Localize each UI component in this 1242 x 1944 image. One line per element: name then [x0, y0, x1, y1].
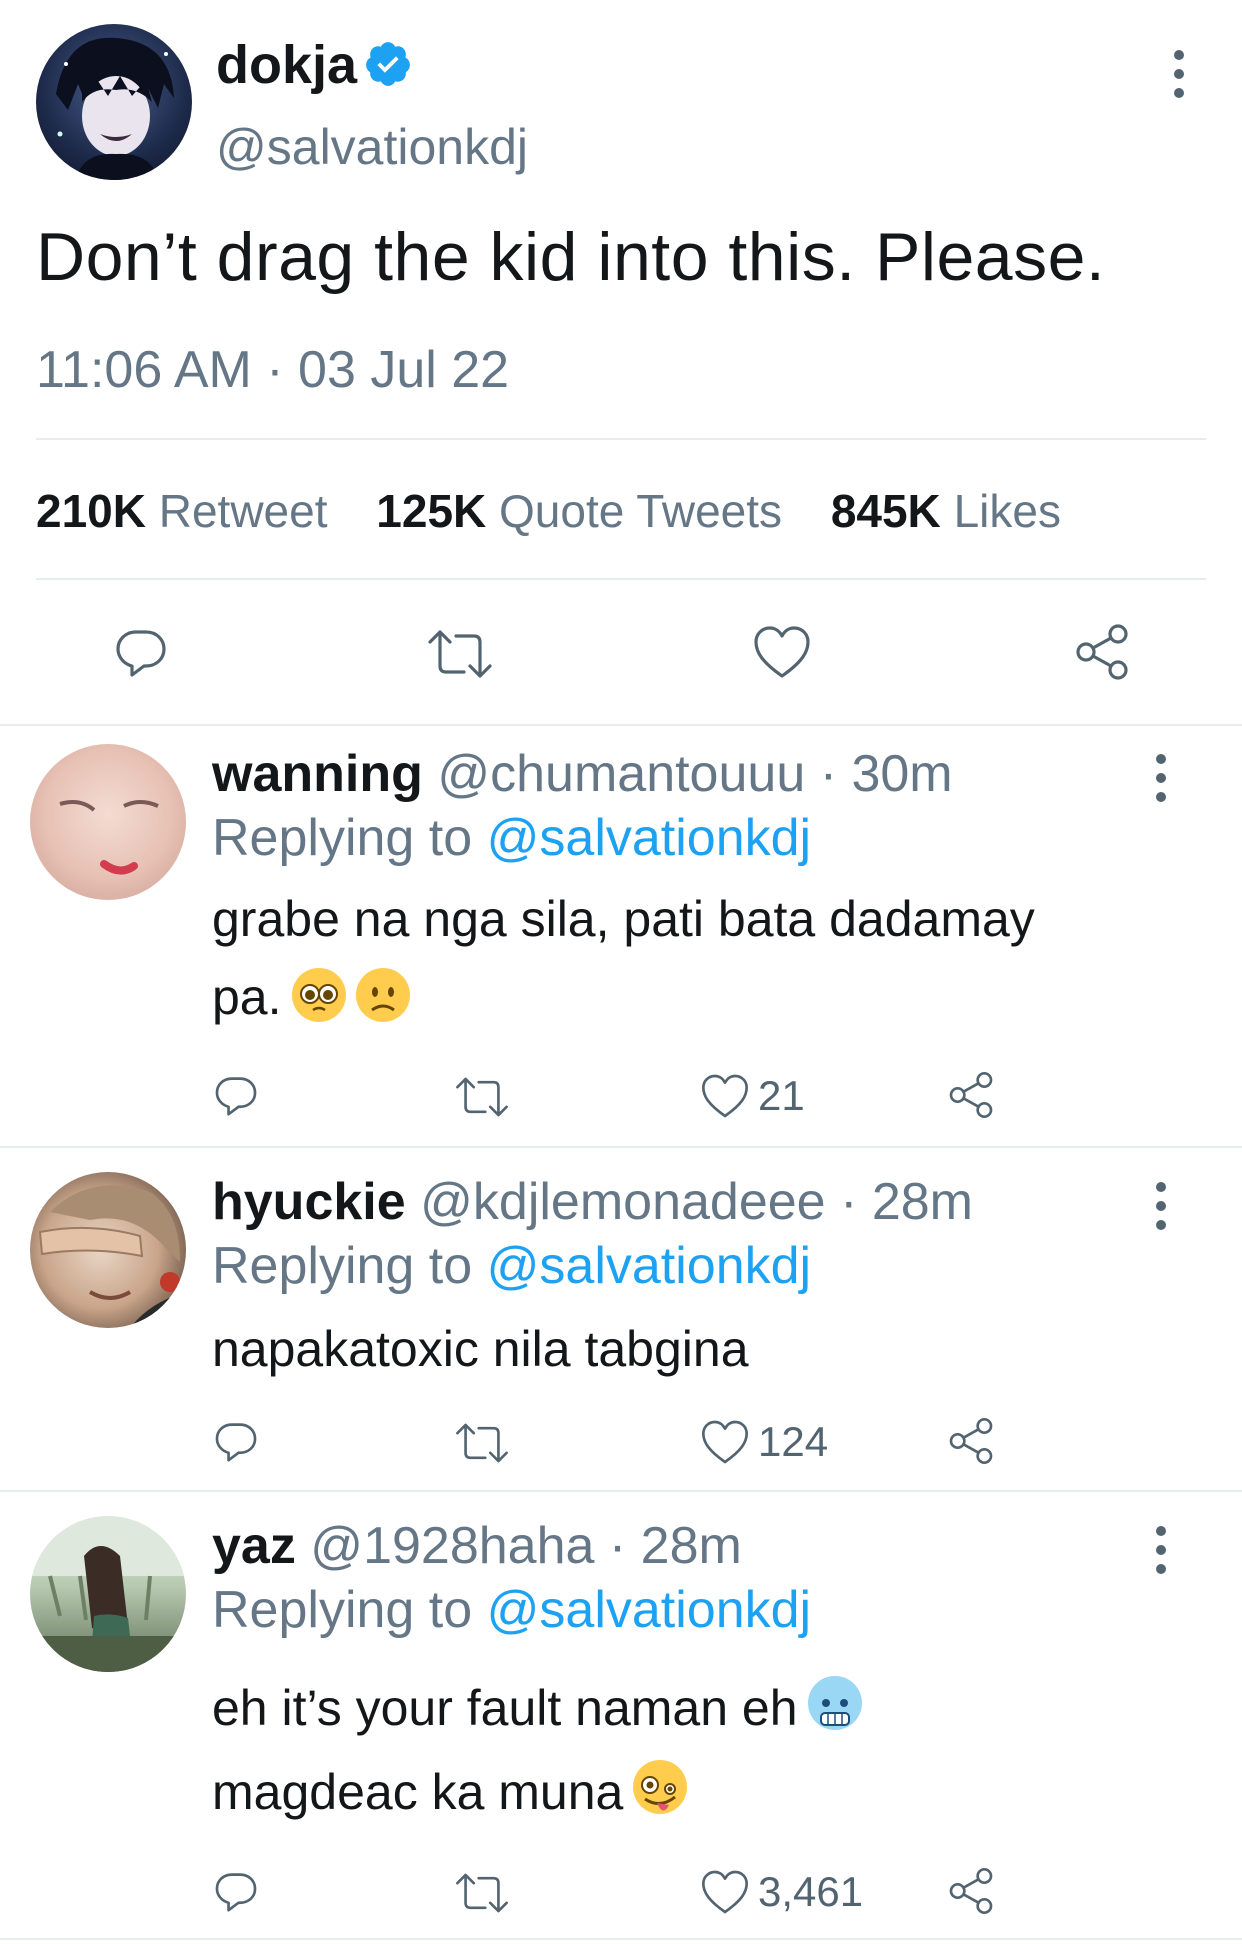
divider — [36, 438, 1206, 440]
reply-header: hyuckie @kdjlemonadeee · 28m — [212, 1172, 973, 1232]
slightly-frowning-face-emoji — [355, 968, 410, 1022]
avatar-photo — [59, 800, 159, 875]
divider — [0, 1938, 1242, 1940]
author-handle[interactable]: @salvationkdj — [216, 118, 528, 176]
quote-tweets-stat[interactable]: 125K Quote Tweets — [376, 485, 782, 537]
more-options-icon[interactable] — [1152, 1526, 1170, 1574]
reply-author-name[interactable]: wanning — [212, 745, 423, 803]
retweet-icon[interactable] — [454, 1074, 510, 1120]
likes-stat[interactable]: 845K Likes — [831, 485, 1061, 537]
share-icon[interactable] — [946, 1070, 996, 1120]
divider — [0, 1146, 1242, 1148]
tweet-stats: 210K Retweet 125K Quote Tweets 845K Like… — [36, 484, 1097, 538]
replying-to: Replying to @salvationkdj — [212, 1580, 811, 1640]
reply-avatar[interactable] — [30, 744, 186, 900]
reply-text-line: magdeac ka muna — [212, 1764, 624, 1820]
author-avatar[interactable] — [36, 24, 192, 180]
reply-author-handle[interactable]: @kdjlemonadeee — [420, 1173, 826, 1231]
replying-to: Replying to @salvationkdj — [212, 808, 811, 868]
reply-text-line: pa. — [212, 969, 282, 1025]
reply-icon[interactable] — [212, 1418, 260, 1466]
reply-avatar[interactable] — [30, 1172, 186, 1328]
tweet-text: Don’t drag the kid into this. Please. — [36, 219, 1106, 295]
replying-to-label: Replying to — [212, 809, 473, 867]
tweet-timestamp[interactable]: 11:06 AM · 03 Jul 22 — [36, 340, 509, 400]
reply-time[interactable]: · 30m — [820, 745, 953, 803]
reply-text-line: eh it’s your fault naman eh — [212, 1680, 798, 1736]
reply-icon[interactable] — [112, 624, 170, 682]
like-button[interactable]: 21 — [700, 1072, 805, 1120]
like-button[interactable]: 124 — [700, 1418, 828, 1466]
like-icon[interactable] — [700, 1072, 750, 1120]
replying-to-label: Replying to — [212, 1237, 473, 1295]
reply-text-line-2: magdeac ka muna — [212, 1750, 1172, 1834]
reply-text: grabe na nga sila, pati bata dadamay pa. — [212, 880, 1172, 1036]
retweet-icon[interactable] — [454, 1870, 510, 1916]
like-count: 3,461 — [758, 1868, 864, 1915]
divider — [0, 1490, 1242, 1492]
likes-label: Likes — [953, 485, 1061, 537]
divider — [36, 578, 1206, 580]
reply-text: napakatoxic nila tabgina — [212, 1321, 749, 1377]
replying-to-link[interactable]: @salvationkdj — [487, 1237, 812, 1295]
reply-author-name[interactable]: yaz — [212, 1517, 296, 1575]
reply-author-handle[interactable]: @1928haha — [310, 1517, 594, 1575]
reply-text-line-1: eh it’s your fault naman eh — [212, 1666, 1172, 1750]
like-button[interactable]: 3,461 — [700, 1868, 863, 1916]
reply-header: wanning @chumantouuu · 30m — [212, 744, 953, 804]
retweet-icon[interactable] — [426, 626, 494, 682]
reply-time[interactable]: · 28m — [609, 1517, 742, 1575]
reply-icon[interactable] — [212, 1868, 260, 1916]
quote-count: 125K — [376, 485, 487, 537]
avatar-photo — [30, 1516, 186, 1672]
reply-text: eh it’s your fault naman eh magdeac ka m… — [212, 1666, 1172, 1834]
reply-avatar[interactable] — [30, 1516, 186, 1672]
avatar-illustration — [56, 37, 174, 180]
likes-count: 845K — [830, 485, 941, 537]
reply-author-handle[interactable]: @chumantouuu — [437, 745, 805, 803]
like-icon[interactable] — [700, 1418, 750, 1466]
pleading-face-emoji — [291, 968, 346, 1022]
replying-to-link[interactable]: @salvationkdj — [487, 809, 812, 867]
retweet-count: 210K — [36, 485, 146, 537]
retweet-stat[interactable]: 210K Retweet — [36, 485, 328, 537]
replying-to: Replying to @salvationkdj — [212, 1236, 811, 1296]
divider — [0, 724, 1242, 726]
retweet-label: Retweet — [158, 485, 328, 537]
cold-face-emoji — [807, 1676, 862, 1730]
reply-author-name[interactable]: hyuckie — [212, 1173, 406, 1231]
reply-text-line: grabe na nga sila, pati bata dadamay — [212, 891, 1035, 947]
more-options-icon[interactable] — [1152, 1182, 1170, 1230]
reply-time[interactable]: · 28m — [840, 1173, 973, 1231]
verified-badge-icon — [363, 39, 413, 89]
like-count: 124 — [758, 1418, 829, 1465]
share-icon[interactable] — [946, 1866, 996, 1916]
avatar-photo — [38, 1185, 186, 1328]
share-icon[interactable] — [946, 1416, 996, 1466]
author-name-row[interactable]: dokja — [216, 34, 413, 96]
zany-face-emoji — [633, 1760, 688, 1814]
reply-icon[interactable] — [212, 1072, 260, 1120]
author-name[interactable]: dokja — [216, 35, 357, 95]
more-options-icon[interactable] — [1152, 754, 1170, 802]
like-icon[interactable] — [700, 1868, 750, 1916]
reply-header: yaz @1928haha · 28m — [212, 1516, 742, 1576]
replying-to-label: Replying to — [212, 1581, 473, 1639]
like-icon[interactable] — [752, 624, 812, 680]
reply-text-line-2: pa. — [212, 958, 1172, 1036]
like-count: 21 — [758, 1072, 805, 1119]
quote-label: Quote Tweets — [499, 485, 783, 537]
share-icon[interactable] — [1072, 622, 1132, 682]
more-options-icon[interactable] — [1170, 50, 1188, 98]
retweet-icon[interactable] — [454, 1420, 510, 1466]
replying-to-link[interactable]: @salvationkdj — [487, 1581, 812, 1639]
